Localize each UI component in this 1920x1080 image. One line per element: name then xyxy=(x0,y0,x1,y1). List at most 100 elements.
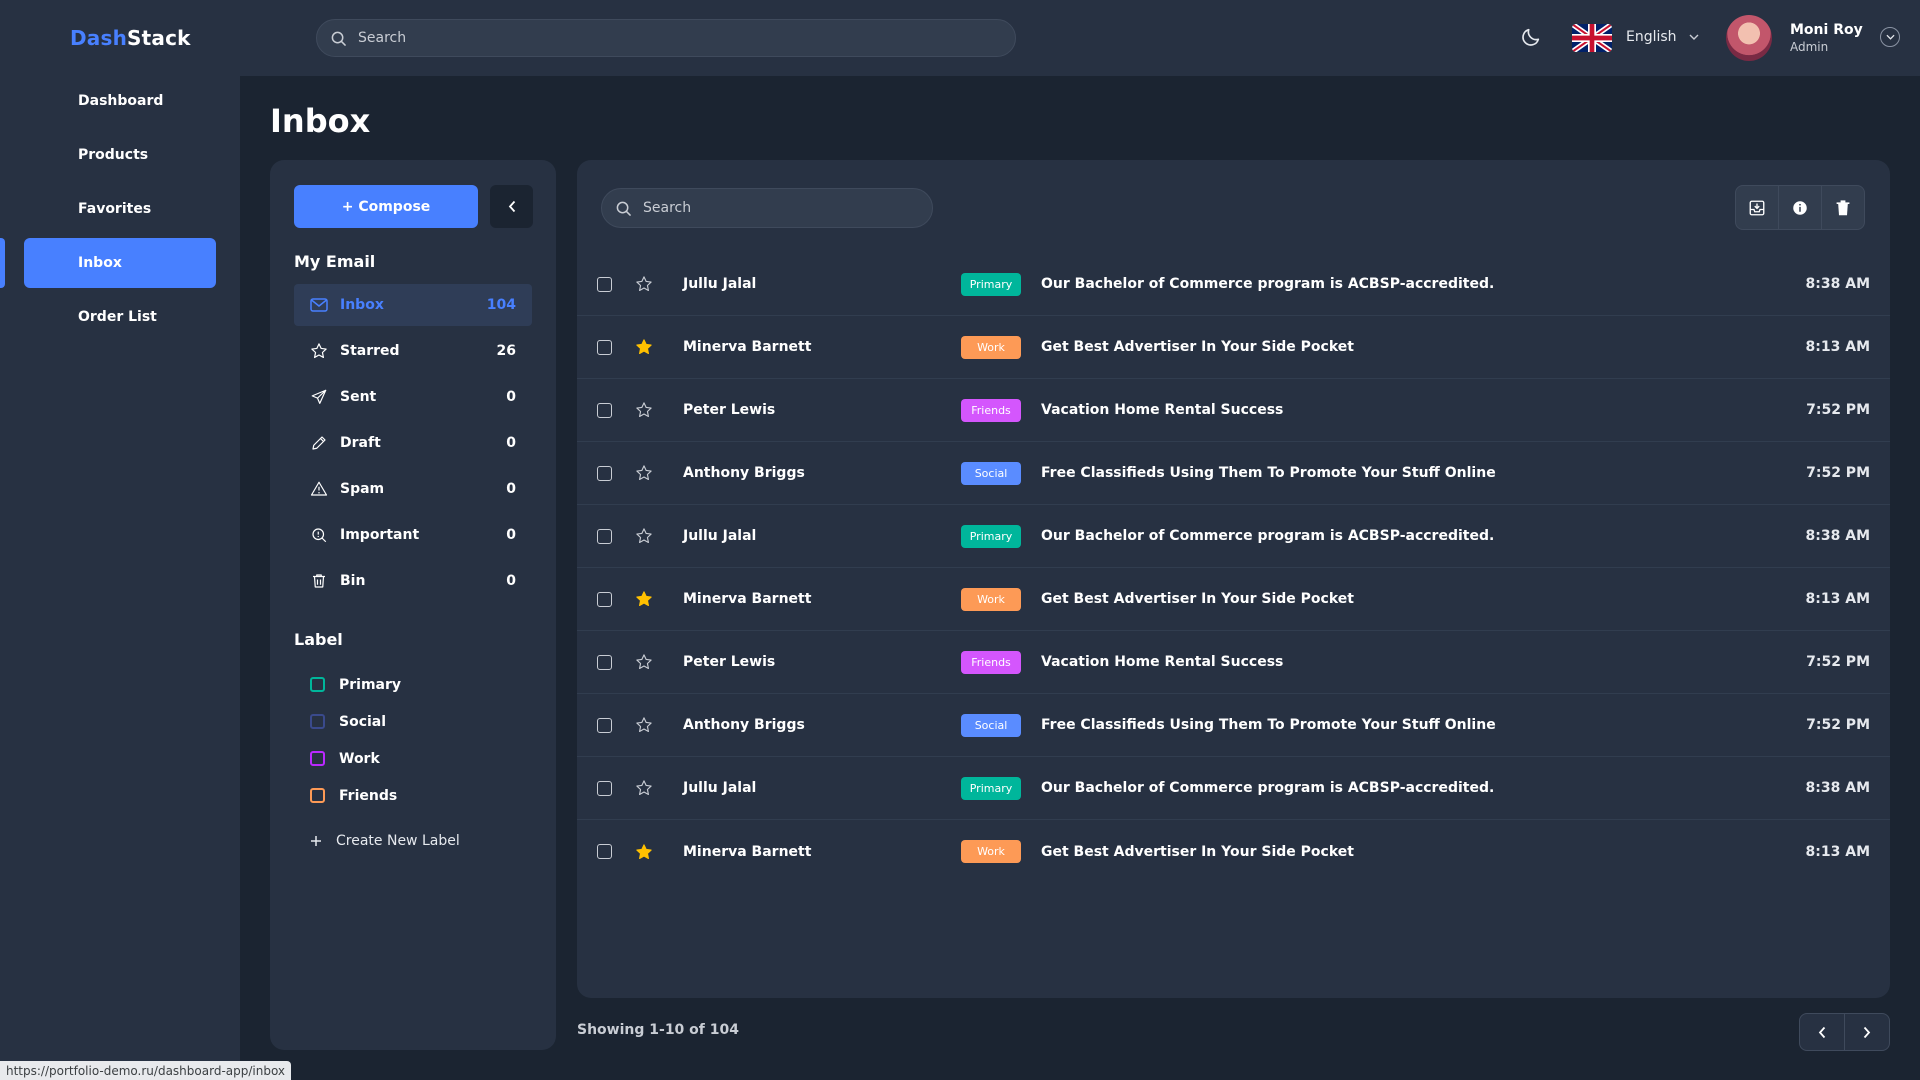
label-social[interactable]: Social xyxy=(310,703,401,740)
row-checkbox[interactable] xyxy=(597,465,612,481)
mail-time: 8:13 AM xyxy=(1805,843,1870,860)
mail-row[interactable]: Anthony Briggs Social Free Classifieds U… xyxy=(577,694,1890,757)
folder-important[interactable]: Important 0 xyxy=(294,514,532,556)
mail-row[interactable]: Minerva Barnett Work Get Best Advertiser… xyxy=(577,820,1890,883)
mail-subject: Get Best Advertiser In Your Side Pocket xyxy=(1041,843,1354,860)
row-checkbox[interactable] xyxy=(597,339,612,355)
folder-bin[interactable]: Bin 0 xyxy=(294,560,532,602)
page-title: Inbox xyxy=(270,102,371,140)
mail-time: 8:13 AM xyxy=(1805,339,1870,355)
sidebar-item-order-list[interactable]: Order List xyxy=(0,292,240,342)
mail-time: 7:52 PM xyxy=(1806,654,1870,670)
mail-subject: Our Bachelor of Commerce program is ACBS… xyxy=(1041,276,1495,292)
mail-icon xyxy=(310,298,328,312)
mail-search-bar[interactable] xyxy=(601,188,933,228)
sidebar-nav: Dashboard Products Favorites Inbox Order… xyxy=(0,76,240,346)
delete-button[interactable] xyxy=(1822,186,1864,229)
folder-starred[interactable]: Starred 26 xyxy=(294,330,532,372)
status-bar-url: https://portfolio-demo.ru/dashboard-app/… xyxy=(0,1061,292,1080)
label-checkbox[interactable] xyxy=(310,677,325,692)
brand-logo[interactable]: DashStack xyxy=(70,26,191,50)
mail-row[interactable]: Peter Lewis Friends Vacation Home Rental… xyxy=(577,631,1890,694)
mail-time: 8:38 AM xyxy=(1805,780,1870,796)
label-work[interactable]: Work xyxy=(310,740,401,777)
uk-flag-icon[interactable] xyxy=(1572,24,1612,52)
label-checkbox[interactable] xyxy=(310,714,325,729)
sidebar: DashStack Dashboard Products Favorites I… xyxy=(0,0,240,1080)
mail-time: 7:52 PM xyxy=(1806,717,1870,733)
mail-row[interactable]: Peter Lewis Friends Vacation Home Rental… xyxy=(577,379,1890,442)
mail-row[interactable]: Jullu Jalal Primary Our Bachelor of Comm… xyxy=(577,505,1890,568)
sidebar-item-dashboard[interactable]: Dashboard xyxy=(0,76,240,126)
row-checkbox[interactable] xyxy=(597,276,612,292)
next-page-button[interactable] xyxy=(1845,1014,1889,1050)
mail-subject: Vacation Home Rental Success xyxy=(1041,654,1284,670)
row-checkbox[interactable] xyxy=(597,402,612,418)
archive-button[interactable] xyxy=(1736,186,1779,229)
star-icon[interactable] xyxy=(635,653,653,671)
folder-name: Spam xyxy=(340,481,385,497)
mail-row[interactable]: Anthony Briggs Social Free Classifieds U… xyxy=(577,442,1890,505)
star-icon[interactable] xyxy=(635,464,653,482)
star-filled-icon[interactable] xyxy=(635,338,653,356)
label-friends[interactable]: Friends xyxy=(310,777,401,814)
mail-rows: Jullu Jalal Primary Our Bachelor of Comm… xyxy=(577,253,1890,883)
collapse-panel-button[interactable] xyxy=(490,185,533,228)
star-icon[interactable] xyxy=(635,716,653,734)
folder-spam[interactable]: Spam 0 xyxy=(294,468,532,510)
mail-row[interactable]: Jullu Jalal Primary Our Bachelor of Comm… xyxy=(577,253,1890,316)
row-checkbox[interactable] xyxy=(597,780,612,796)
row-checkbox[interactable] xyxy=(597,528,612,544)
folder-count: 0 xyxy=(506,573,516,589)
create-new-label-button[interactable]: Create New Label xyxy=(310,833,460,849)
folder-inbox[interactable]: Inbox 104 xyxy=(294,284,532,326)
folder-sent[interactable]: Sent 0 xyxy=(294,376,532,418)
sidebar-item-label: Inbox xyxy=(78,255,122,271)
top-search-bar[interactable] xyxy=(316,19,1016,57)
search-icon xyxy=(331,31,346,46)
mail-row[interactable]: Jullu Jalal Primary Our Bachelor of Comm… xyxy=(577,757,1890,820)
mail-time: 8:13 AM xyxy=(1805,591,1870,607)
mail-subject: Free Classifieds Using Them To Promote Y… xyxy=(1041,717,1496,733)
row-checkbox[interactable] xyxy=(597,591,612,607)
star-icon[interactable] xyxy=(635,527,653,545)
mail-search-input[interactable] xyxy=(643,200,903,216)
dark-mode-toggle-icon[interactable] xyxy=(1520,26,1542,48)
label-checkbox[interactable] xyxy=(310,751,325,766)
star-icon[interactable] xyxy=(635,275,653,293)
star-icon[interactable] xyxy=(635,401,653,419)
user-menu-button[interactable] xyxy=(1880,27,1900,47)
sidebar-item-inbox[interactable]: Inbox xyxy=(0,238,240,288)
label-checkbox[interactable] xyxy=(310,788,325,803)
label-primary[interactable]: Primary xyxy=(310,666,401,703)
star-filled-icon[interactable] xyxy=(635,843,653,861)
sidebar-item-favorites[interactable]: Favorites xyxy=(0,184,240,234)
user-role: Admin xyxy=(1790,40,1829,54)
folder-draft[interactable]: Draft 0 xyxy=(294,422,532,464)
tag-badge: Primary xyxy=(961,776,1021,800)
top-search-input[interactable] xyxy=(358,30,958,46)
row-checkbox[interactable] xyxy=(597,844,612,859)
folder-list: Inbox 104 Starred 26 Sent 0 Draft 0 Spam… xyxy=(294,284,532,606)
compose-button[interactable]: + Compose xyxy=(294,185,478,228)
star-filled-icon[interactable] xyxy=(635,590,653,608)
avatar[interactable] xyxy=(1726,15,1772,61)
sidebar-item-label: Order List xyxy=(78,309,157,325)
mail-time: 7:52 PM xyxy=(1806,402,1870,418)
mail-subject: Our Bachelor of Commerce program is ACBS… xyxy=(1041,528,1495,544)
star-icon[interactable] xyxy=(635,779,653,797)
previous-page-button[interactable] xyxy=(1800,1014,1845,1050)
mail-sender: Anthony Briggs xyxy=(683,465,805,481)
folder-count: 26 xyxy=(496,343,516,359)
row-checkbox[interactable] xyxy=(597,717,612,733)
sidebar-item-products[interactable]: Products xyxy=(0,130,240,180)
chevron-down-icon xyxy=(1885,34,1895,40)
mail-row[interactable]: Minerva Barnett Work Get Best Advertiser… xyxy=(577,568,1890,631)
language-selector[interactable]: English xyxy=(1626,29,1699,45)
create-new-label-text: Create New Label xyxy=(336,833,460,849)
label-list: Primary Social Work Friends xyxy=(310,666,401,814)
row-checkbox[interactable] xyxy=(597,654,612,670)
mail-row[interactable]: Minerva Barnett Work Get Best Advertiser… xyxy=(577,316,1890,379)
info-button[interactable] xyxy=(1779,186,1822,229)
mail-subject: Vacation Home Rental Success xyxy=(1041,402,1284,418)
